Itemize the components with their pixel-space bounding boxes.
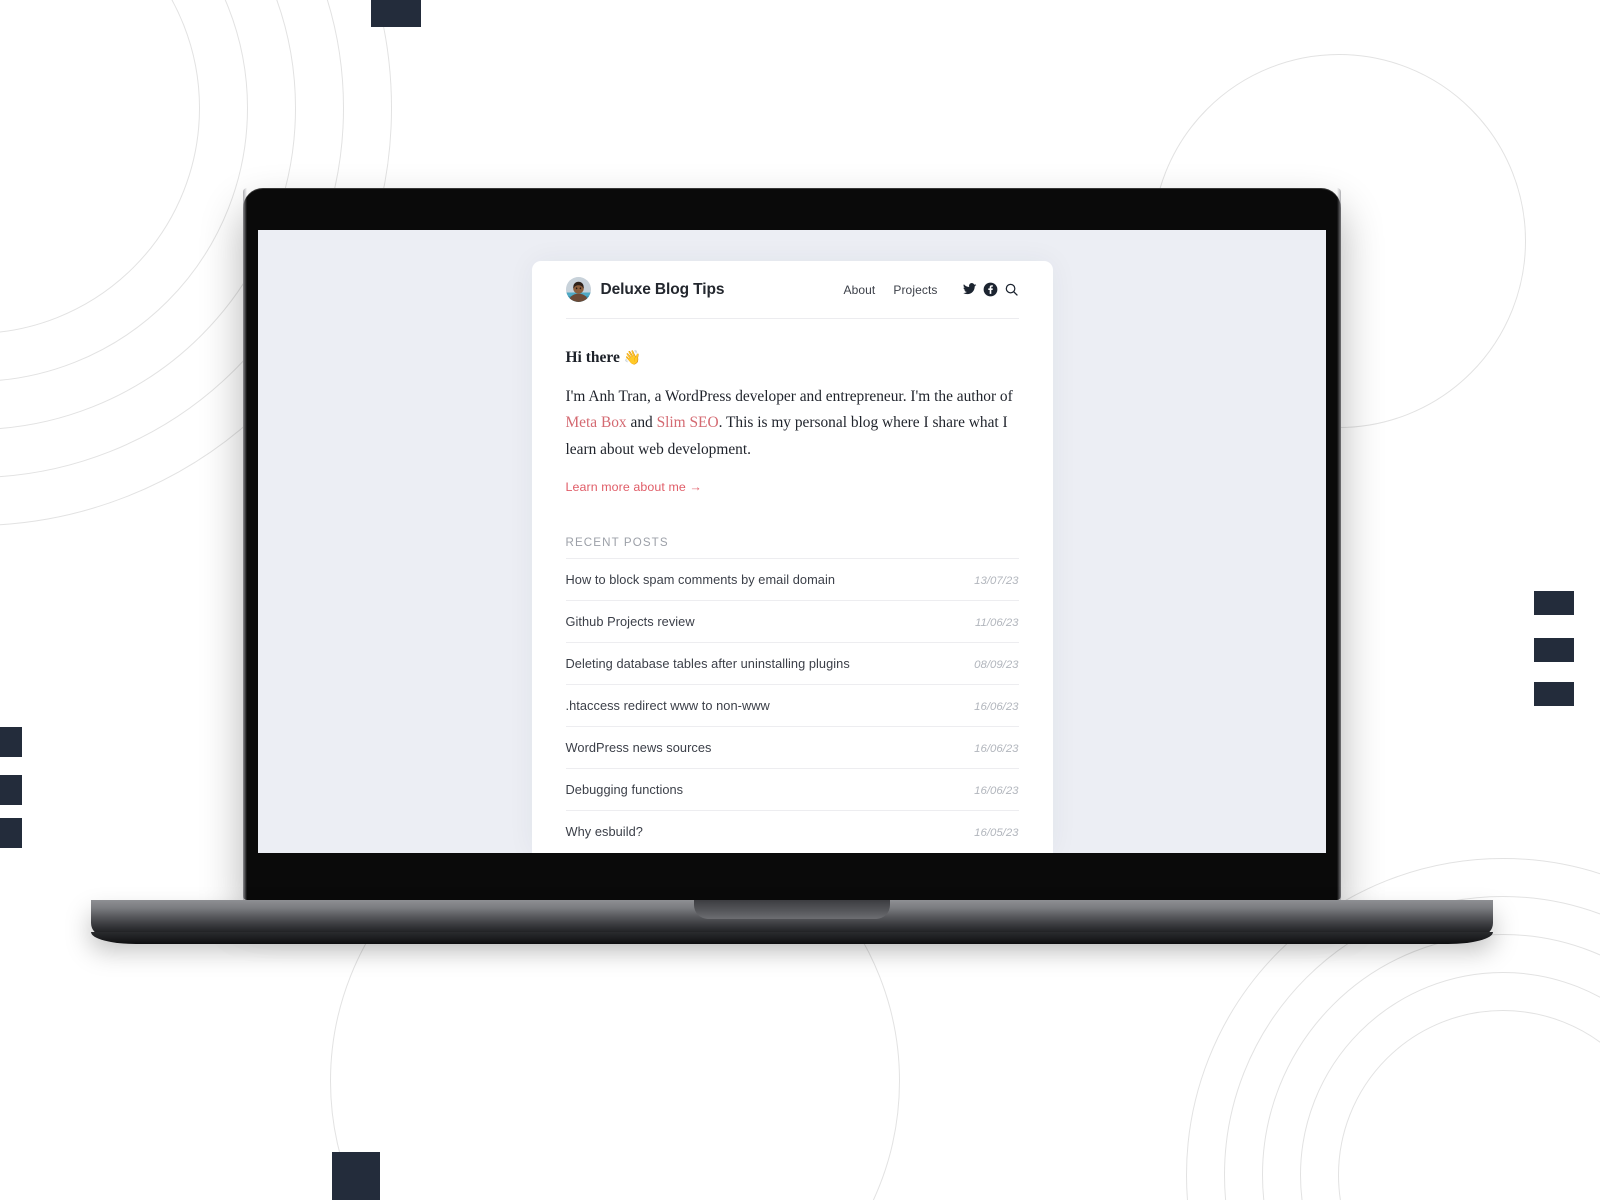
post-link[interactable]: WordPress news sources 16/06/23 bbox=[565, 726, 1019, 768]
decor-ring bbox=[0, 0, 200, 334]
post-link[interactable]: Deleting database tables after uninstall… bbox=[565, 642, 1019, 684]
learn-more-link[interactable]: Learn more about me → bbox=[566, 480, 702, 494]
post-date: 08/09/23 bbox=[974, 659, 1019, 672]
site-nav: About Projects bbox=[843, 282, 1018, 297]
list-item: WordPress news sources 16/06/23 bbox=[565, 726, 1019, 768]
decor-ring bbox=[0, 0, 248, 382]
decor-square bbox=[1534, 638, 1574, 662]
decor-ring bbox=[1338, 1010, 1600, 1200]
post-date: 13/07/23 bbox=[974, 575, 1019, 588]
decor-square bbox=[1534, 591, 1574, 615]
scene-canvas: Deluxe Blog Tips About Projects Hi there… bbox=[0, 0, 1600, 1200]
post-title: How to block spam comments by email doma… bbox=[565, 572, 836, 588]
facebook-icon[interactable] bbox=[983, 282, 998, 297]
post-title: .htaccess redirect www to non-www bbox=[565, 698, 770, 714]
laptop-base bbox=[91, 900, 1493, 936]
greeting-text: Hi there bbox=[565, 349, 620, 366]
decor-square bbox=[0, 727, 22, 757]
laptop-mockup: Deluxe Blog Tips About Projects Hi there… bbox=[91, 188, 1493, 944]
post-title: WordPress news sources bbox=[565, 740, 712, 756]
list-item: Github Projects review 11/06/23 bbox=[565, 600, 1019, 642]
laptop-base-edge bbox=[91, 932, 1493, 944]
recent-posts-section: RECENT POSTS How to block spam comments … bbox=[565, 536, 1019, 852]
greeting: Hi there 👋 bbox=[566, 349, 1019, 367]
post-link[interactable]: Debugging functions 16/06/23 bbox=[565, 768, 1019, 810]
post-date: 16/06/23 bbox=[974, 701, 1019, 714]
nav-item-about[interactable]: About bbox=[843, 283, 875, 297]
post-title: Deleting database tables after uninstall… bbox=[565, 656, 850, 672]
link-slim-seo[interactable]: Slim SEO bbox=[657, 414, 719, 431]
search-icon[interactable] bbox=[1004, 282, 1019, 297]
site-header: Deluxe Blog Tips About Projects bbox=[565, 261, 1019, 319]
decor-square bbox=[0, 775, 22, 805]
post-date: 16/05/23 bbox=[974, 827, 1019, 840]
list-item: Why esbuild? 16/05/23 bbox=[565, 810, 1019, 852]
post-date: 11/06/23 bbox=[975, 617, 1019, 630]
intro-text-1: I'm Anh Tran, a WordPress developer and … bbox=[565, 388, 1013, 405]
post-title: Debugging functions bbox=[565, 782, 684, 798]
list-item: Deleting database tables after uninstall… bbox=[565, 642, 1019, 684]
post-link[interactable]: Why esbuild? 16/05/23 bbox=[565, 810, 1019, 852]
link-meta-box[interactable]: Meta Box bbox=[566, 414, 627, 431]
content-card: Deluxe Blog Tips About Projects Hi there… bbox=[531, 261, 1053, 853]
laptop-base-notch bbox=[694, 900, 890, 919]
recent-posts-list: How to block spam comments by email doma… bbox=[565, 558, 1019, 852]
website-viewport: Deluxe Blog Tips About Projects Hi there… bbox=[258, 230, 1326, 853]
list-item: How to block spam comments by email doma… bbox=[565, 558, 1019, 600]
decor-ring bbox=[1262, 934, 1600, 1200]
avatar bbox=[565, 277, 591, 302]
list-item: Debugging functions 16/06/23 bbox=[565, 768, 1019, 810]
nav-item-projects[interactable]: Projects bbox=[893, 283, 937, 297]
post-link[interactable]: Github Projects review 11/06/23 bbox=[565, 600, 1019, 642]
brand-name: Deluxe Blog Tips bbox=[600, 280, 725, 298]
post-title: Why esbuild? bbox=[565, 824, 643, 840]
post-title: Github Projects review bbox=[565, 614, 695, 630]
waving-hand-icon: 👋 bbox=[623, 351, 642, 366]
post-link[interactable]: How to block spam comments by email doma… bbox=[565, 558, 1019, 600]
intro-section: Hi there 👋 I'm Anh Tran, a WordPress dev… bbox=[566, 319, 1019, 496]
decor-ring bbox=[1300, 972, 1600, 1200]
twitter-icon[interactable] bbox=[962, 282, 977, 297]
decor-square bbox=[371, 0, 421, 27]
laptop-screen: Deluxe Blog Tips About Projects Hi there… bbox=[258, 230, 1326, 853]
intro-text-2: and bbox=[626, 414, 657, 432]
decor-square bbox=[1534, 682, 1574, 706]
social-icons bbox=[962, 282, 1019, 297]
decor-square bbox=[332, 1152, 380, 1200]
intro-paragraph: I'm Anh Tran, a WordPress developer and … bbox=[566, 384, 1019, 463]
post-date: 16/06/23 bbox=[974, 743, 1019, 756]
list-item: .htaccess redirect www to non-www 16/06/2… bbox=[565, 684, 1019, 726]
recent-posts-title: RECENT POSTS bbox=[565, 536, 669, 550]
post-link[interactable]: .htaccess redirect www to non-www 16/06/2… bbox=[565, 684, 1019, 726]
post-date: 16/06/23 bbox=[974, 785, 1019, 798]
brand[interactable]: Deluxe Blog Tips bbox=[565, 277, 725, 302]
decor-square bbox=[0, 818, 22, 848]
